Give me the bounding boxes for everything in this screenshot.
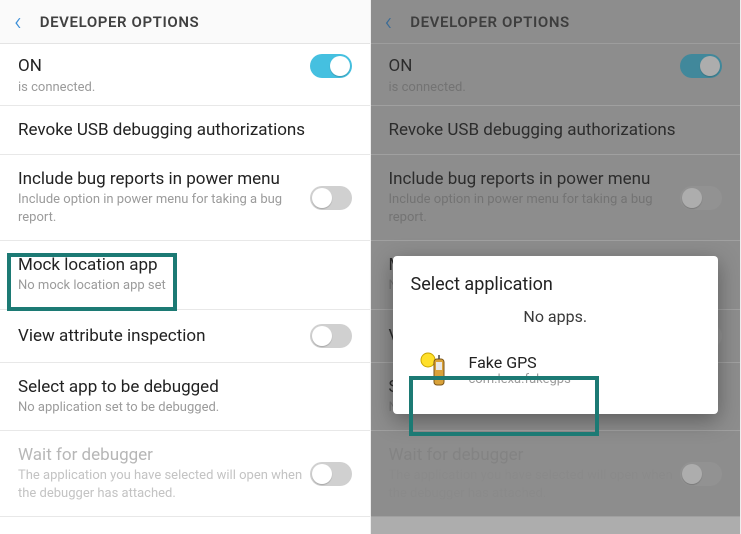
view-attr-row[interactable]: View attribute inspection bbox=[0, 310, 370, 363]
back-icon[interactable]: ‹ bbox=[14, 9, 22, 35]
highlight-fake-gps bbox=[409, 376, 599, 436]
revoke-usb-row[interactable]: Revoke USB debugging authorizations bbox=[0, 106, 370, 155]
wait-debugger-label: Wait for debugger bbox=[18, 445, 310, 465]
app-name: Fake GPS bbox=[469, 353, 571, 372]
dialog-title: Select application bbox=[411, 274, 701, 295]
is-connected-sub: is connected. bbox=[0, 80, 370, 106]
wait-debugger-sub: The application you have selected will o… bbox=[18, 467, 310, 502]
dialog-no-apps: No apps. bbox=[411, 307, 701, 326]
wait-debugger-toggle bbox=[310, 462, 352, 486]
bug-report-sub: Include option in power menu for taking … bbox=[18, 191, 310, 226]
wait-debugger-row: Wait for debugger The application you ha… bbox=[0, 431, 370, 517]
bug-report-row[interactable]: Include bug reports in power menu Includ… bbox=[0, 155, 370, 241]
header: ‹ DEVELOPER OPTIONS bbox=[0, 0, 370, 44]
bug-report-toggle[interactable] bbox=[310, 186, 352, 210]
view-attr-toggle[interactable] bbox=[310, 324, 352, 348]
screen-developer-options-left: ‹ DEVELOPER OPTIONS ON is connected. Rev… bbox=[0, 0, 371, 534]
debug-app-sub: No application set to be debugged. bbox=[18, 399, 352, 417]
master-toggle-row[interactable]: ON bbox=[0, 44, 370, 80]
master-toggle[interactable] bbox=[310, 54, 352, 78]
screen-developer-options-right: ‹ DEVELOPER OPTIONS ON is connected. Rev… bbox=[371, 0, 741, 534]
debug-app-label: Select app to be debugged bbox=[18, 377, 352, 397]
page-title: DEVELOPER OPTIONS bbox=[40, 13, 200, 31]
debug-app-row[interactable]: Select app to be debugged No application… bbox=[0, 363, 370, 432]
highlight-mock-location bbox=[7, 253, 177, 311]
bug-report-label: Include bug reports in power menu bbox=[18, 169, 310, 189]
view-attr-label: View attribute inspection bbox=[18, 326, 310, 346]
revoke-usb-label: Revoke USB debugging authorizations bbox=[18, 120, 352, 140]
master-toggle-label: ON bbox=[18, 56, 42, 76]
